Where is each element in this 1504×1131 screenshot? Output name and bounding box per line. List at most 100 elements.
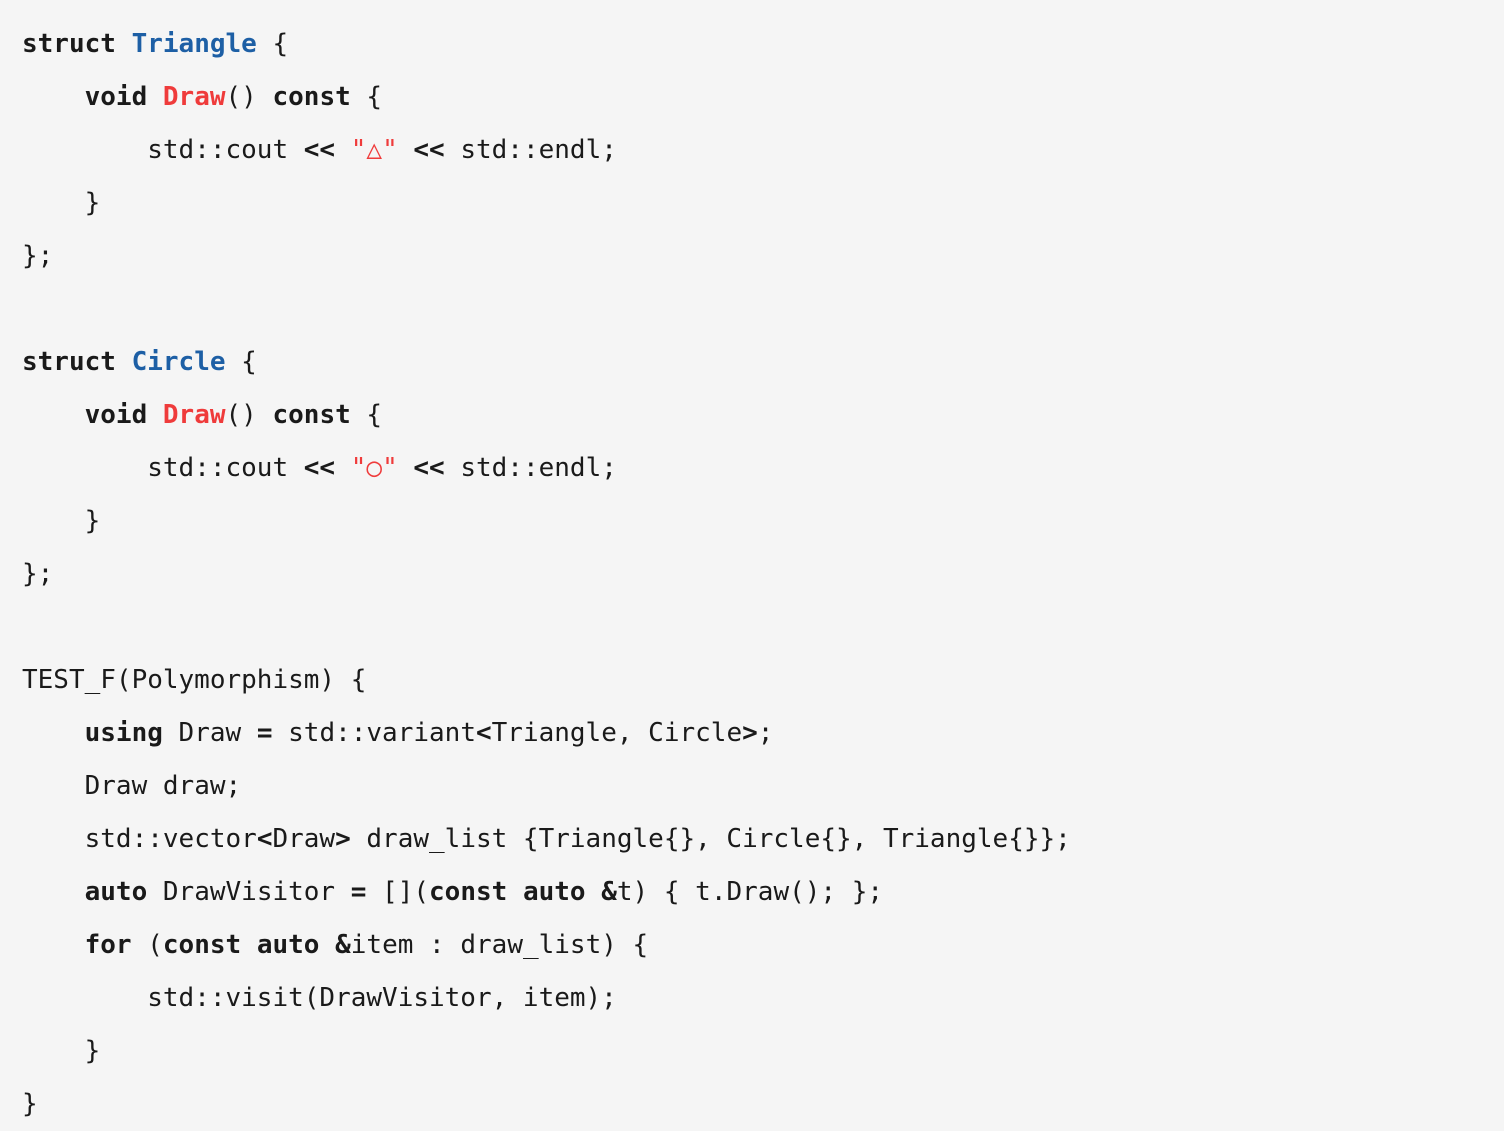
code-token-op: & bbox=[601, 877, 617, 907]
code-line: TEST_F(Polymorphism) { bbox=[22, 654, 1504, 707]
code-listing[interactable]: struct Triangle { void Draw() const { st… bbox=[0, 0, 1504, 1131]
code-token-op: < bbox=[256, 824, 273, 854]
code-token-kw: const bbox=[272, 400, 351, 430]
code-token-op: << bbox=[303, 453, 336, 483]
code-token-plain: } bbox=[84, 506, 101, 536]
code-token-plain: } bbox=[84, 188, 101, 218]
code-token-plain: std::cout bbox=[147, 453, 304, 483]
code-token-plain: []( bbox=[366, 877, 430, 907]
code-token-plain: Triangle, Circle bbox=[491, 718, 743, 748]
code-token-op: << bbox=[413, 453, 445, 483]
code-token-kw: auto bbox=[256, 930, 320, 960]
code-token-plain: t) { t.Draw(); }; bbox=[616, 877, 884, 907]
code-token-fn: Draw bbox=[162, 82, 226, 112]
code-line: struct Triangle { bbox=[22, 18, 1504, 71]
code-token-kw: struct bbox=[22, 347, 116, 377]
code-token-plain: Draw draw; bbox=[84, 771, 242, 801]
code-token-shape: ○ bbox=[366, 453, 383, 483]
code-token-fn: Draw bbox=[162, 400, 226, 430]
code-token-plain: DrawVisitor bbox=[147, 877, 351, 907]
code-line: for (const auto &item : draw_list) { bbox=[22, 919, 1504, 972]
code-line: void Draw() const { bbox=[22, 389, 1504, 442]
code-token-plain: TEST_F(Polymorphism) { bbox=[22, 665, 367, 695]
code-line: auto DrawVisitor = [](const auto &t) { t… bbox=[22, 866, 1504, 919]
code-token-kw: auto bbox=[522, 877, 586, 907]
code-token-plain: { bbox=[350, 82, 383, 112]
code-token-kw: using bbox=[84, 718, 163, 748]
code-token-str: " bbox=[382, 453, 398, 483]
code-line: } bbox=[22, 495, 1504, 548]
code-line: struct Circle { bbox=[22, 336, 1504, 389]
code-token-op: < bbox=[475, 718, 492, 748]
code-token-plain: }; bbox=[22, 241, 54, 271]
code-line: }; bbox=[22, 230, 1504, 283]
code-token-op: = bbox=[350, 877, 367, 907]
code-line: } bbox=[22, 177, 1504, 230]
code-token-op: << bbox=[303, 135, 336, 165]
code-line: std::vector<Draw> draw_list {Triangle{},… bbox=[22, 813, 1504, 866]
code-line: std::cout << "△" << std::endl; bbox=[22, 124, 1504, 177]
code-token-kw: void bbox=[84, 400, 148, 430]
code-token-plain: ; bbox=[757, 718, 774, 748]
code-line: void Draw() const { bbox=[22, 71, 1504, 124]
code-token-op: << bbox=[413, 135, 445, 165]
code-token-str: " bbox=[350, 135, 367, 165]
code-token-plain: std::endl; bbox=[444, 135, 617, 165]
code-token-str: " bbox=[350, 453, 367, 483]
code-token-plain: std::cout bbox=[147, 135, 304, 165]
code-line: } bbox=[22, 1078, 1504, 1131]
code-line: using Draw = std::variant<Triangle, Circ… bbox=[22, 707, 1504, 760]
code-token-op: > bbox=[335, 824, 351, 854]
code-token-plain: draw_list {Triangle{}, Circle{}, Triangl… bbox=[350, 824, 1071, 854]
code-token-plain: std::visit(DrawVisitor, item); bbox=[147, 983, 617, 1013]
code-token-op: > bbox=[742, 718, 758, 748]
code-token-op: & bbox=[335, 930, 351, 960]
code-token-kw: auto bbox=[84, 877, 148, 907]
code-token-plain: item : draw_list) { bbox=[350, 930, 649, 960]
code-token-shape: △ bbox=[366, 135, 383, 165]
code-token-kw: const bbox=[162, 930, 242, 960]
code-token-plain: } bbox=[22, 1089, 38, 1119]
code-token-type: Triangle bbox=[131, 29, 257, 59]
code-token-plain: { bbox=[225, 347, 257, 377]
code-token-plain: { bbox=[256, 29, 289, 59]
code-token-plain: std::endl; bbox=[444, 453, 617, 483]
code-token-plain: { bbox=[350, 400, 383, 430]
code-token-type: Circle bbox=[131, 347, 226, 377]
code-token-kw: const bbox=[429, 877, 508, 907]
code-token-plain: Draw bbox=[272, 824, 336, 854]
code-token-op: = bbox=[256, 718, 273, 748]
code-token-plain: () bbox=[225, 82, 273, 112]
code-token-plain: Draw bbox=[162, 718, 257, 748]
code-line: Draw draw; bbox=[22, 760, 1504, 813]
code-token-kw: struct bbox=[22, 29, 116, 59]
code-token-kw: const bbox=[272, 82, 351, 112]
code-line: } bbox=[22, 1025, 1504, 1078]
code-token-plain: ( bbox=[131, 930, 163, 960]
